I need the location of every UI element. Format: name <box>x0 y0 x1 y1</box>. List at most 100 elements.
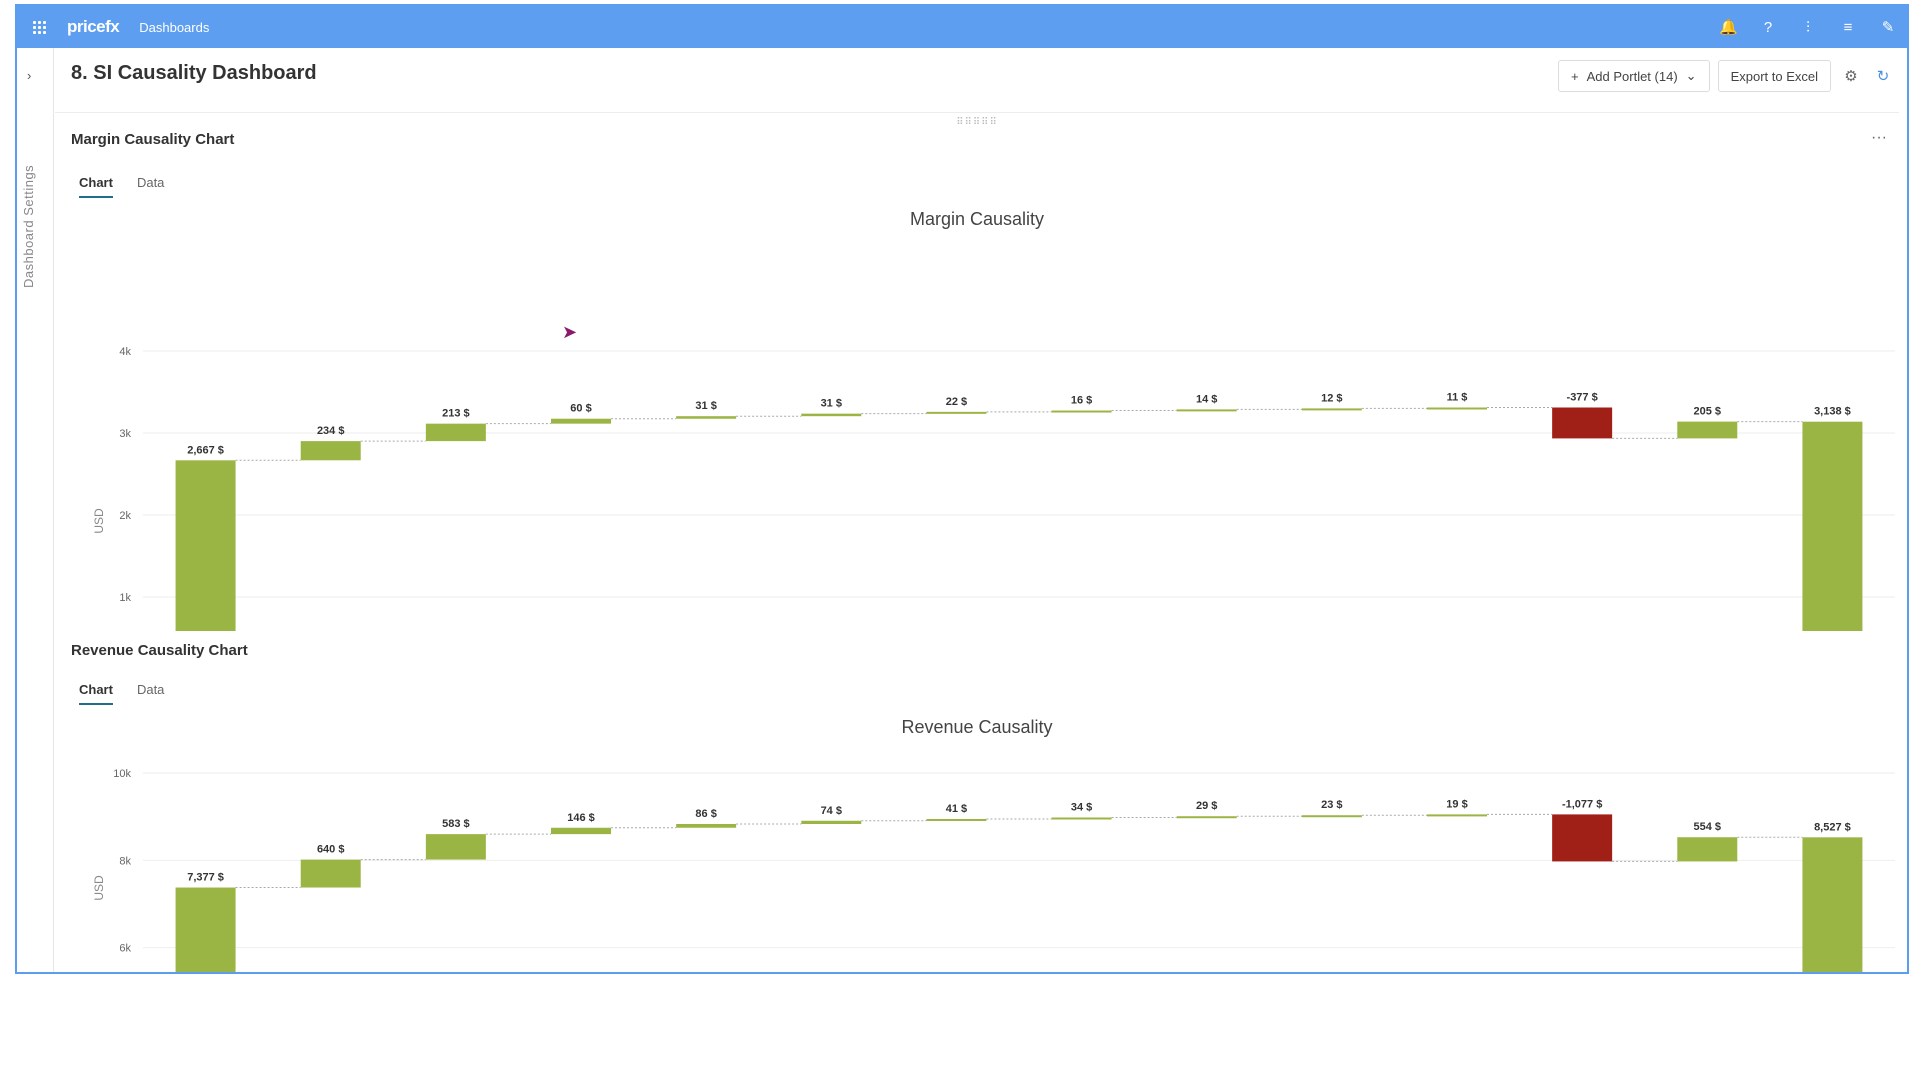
data-label: 3,138 $ <box>1814 406 1851 418</box>
portlet-title: Revenue Causality Chart <box>71 642 248 659</box>
sliders-icon[interactable]: ⫶ <box>1799 19 1817 36</box>
revenue-waterfall-chart: 4k6k8k10kUSD7,377 $640 $583 $146 $86 $74… <box>92 768 1895 972</box>
breadcrumb-dashboards[interactable]: Dashboards <box>139 20 209 35</box>
add-portlet-button[interactable]: + Add Portlet (14) ⌄ <box>1558 60 1710 92</box>
settings-gear-icon[interactable]: ⚙ <box>1839 67 1863 85</box>
data-label: -377 $ <box>1567 391 1598 403</box>
bar <box>1427 814 1487 817</box>
bar <box>1677 837 1738 862</box>
tab-chart[interactable]: Chart <box>79 682 113 705</box>
data-label: 213 $ <box>442 408 470 420</box>
data-label: 41 $ <box>946 803 967 815</box>
bar <box>1051 410 1112 413</box>
data-label: 11 $ <box>1447 391 1468 403</box>
bar <box>1301 815 1362 818</box>
bar <box>1301 408 1362 411</box>
data-label: 60 $ <box>570 403 591 415</box>
database-icon[interactable]: ≡ <box>1839 19 1857 36</box>
dashboard-settings-label[interactable]: Dashboard Settings <box>21 138 36 288</box>
bar <box>926 411 987 414</box>
tab-chart[interactable]: Chart <box>79 175 113 198</box>
export-to-excel-button[interactable]: Export to Excel <box>1717 60 1831 92</box>
data-label: 205 $ <box>1694 406 1722 418</box>
more-options-icon[interactable]: ··· <box>1871 129 1887 147</box>
data-label: 34 $ <box>1071 801 1092 813</box>
bar <box>926 818 987 821</box>
data-label: 12 $ <box>1321 392 1342 404</box>
data-label: 146 $ <box>567 812 595 824</box>
mouse-cursor-icon: ➤ <box>562 322 578 342</box>
y-tick-label: 4k <box>119 346 131 358</box>
bar <box>1552 814 1613 862</box>
y-axis-label: USD <box>92 875 106 901</box>
margin-waterfall-chart: 01k2k3k4kUSD2,667 $Comparison Marginin 2… <box>92 346 1895 631</box>
bar <box>801 820 862 825</box>
tab-data[interactable]: Data <box>137 175 164 198</box>
drag-handle-icon[interactable]: ⠿⠿⠿⠿⠿ <box>956 117 998 128</box>
chevron-down-icon: ⌄ <box>1685 68 1697 83</box>
refresh-icon[interactable]: ↻ <box>1871 67 1895 85</box>
revenue-causality-portlet: Revenue Causality Chart Chart Data Reven… <box>55 642 1899 972</box>
portlet-title: Margin Causality Chart <box>71 131 235 148</box>
page-title: 8. SI Causality Dashboard <box>71 62 317 84</box>
bar <box>425 834 486 860</box>
y-tick-label: 2k <box>119 510 131 522</box>
data-label: 19 $ <box>1446 798 1467 810</box>
data-label: 7,377 $ <box>187 872 224 884</box>
tools-icon[interactable]: ✎ <box>1879 18 1897 36</box>
data-label: 554 $ <box>1694 821 1722 833</box>
data-label: 14 $ <box>1196 393 1217 405</box>
bar <box>1427 407 1487 410</box>
margin-causality-portlet: ⠿⠿⠿⠿⠿ Margin Causality Chart ··· Chart D… <box>55 112 1899 631</box>
y-tick-label: 10k <box>113 768 131 780</box>
help-icon[interactable]: ? <box>1759 19 1777 36</box>
bar <box>1677 421 1738 439</box>
app-window: pricefx Dashboards 🔔 ? ⫶ ≡ ✎ › Dashboard… <box>15 4 1909 974</box>
y-tick-label: 3k <box>119 428 131 440</box>
data-label: 16 $ <box>1071 395 1092 407</box>
bar <box>676 416 737 419</box>
data-label: 31 $ <box>821 398 842 410</box>
bar <box>300 441 361 461</box>
bar <box>1802 837 1863 972</box>
bar <box>801 413 862 417</box>
chart-title: Revenue Causality <box>901 717 1053 737</box>
top-bar: pricefx Dashboards 🔔 ? ⫶ ≡ ✎ <box>17 6 1907 48</box>
data-label: -1,077 $ <box>1562 798 1602 810</box>
bar <box>1802 421 1863 631</box>
y-tick-label: 1k <box>119 592 131 604</box>
dashboard-actions: + Add Portlet (14) ⌄ Export to Excel ⚙ ↻ <box>1558 60 1895 92</box>
notification-icon[interactable]: 🔔 <box>1719 18 1738 36</box>
add-portlet-label: Add Portlet (14) <box>1586 68 1678 84</box>
bar <box>425 423 486 442</box>
data-label: 8,527 $ <box>1814 821 1851 833</box>
data-label: 31 $ <box>695 400 716 412</box>
data-label: 23 $ <box>1321 799 1342 811</box>
bar <box>551 418 611 424</box>
data-label: 2,667 $ <box>187 444 224 456</box>
bar <box>175 887 236 972</box>
bar <box>300 859 361 888</box>
chevron-right-icon[interactable]: › <box>27 68 31 83</box>
y-axis-label: USD <box>92 508 106 534</box>
apps-grid-icon[interactable] <box>17 20 61 34</box>
bar <box>1051 817 1112 820</box>
data-label: 234 $ <box>317 425 345 437</box>
data-label: 74 $ <box>821 805 842 817</box>
bar <box>175 460 236 631</box>
bar <box>676 824 737 828</box>
data-label: 22 $ <box>946 396 967 408</box>
dashboard-settings-sidebar: › Dashboard Settings <box>17 48 54 972</box>
tab-data[interactable]: Data <box>137 682 164 705</box>
data-label: 29 $ <box>1196 800 1217 812</box>
chart-title: Margin Causality <box>909 209 1045 229</box>
bar <box>1552 407 1613 439</box>
bar <box>551 827 611 835</box>
y-tick-label: 6k <box>119 943 131 955</box>
pricefx-logo[interactable]: pricefx <box>67 17 120 37</box>
data-label: 86 $ <box>695 808 716 820</box>
bar <box>1176 409 1237 412</box>
data-label: 640 $ <box>317 844 345 856</box>
y-tick-label: 8k <box>119 855 131 867</box>
bar <box>1176 816 1237 819</box>
